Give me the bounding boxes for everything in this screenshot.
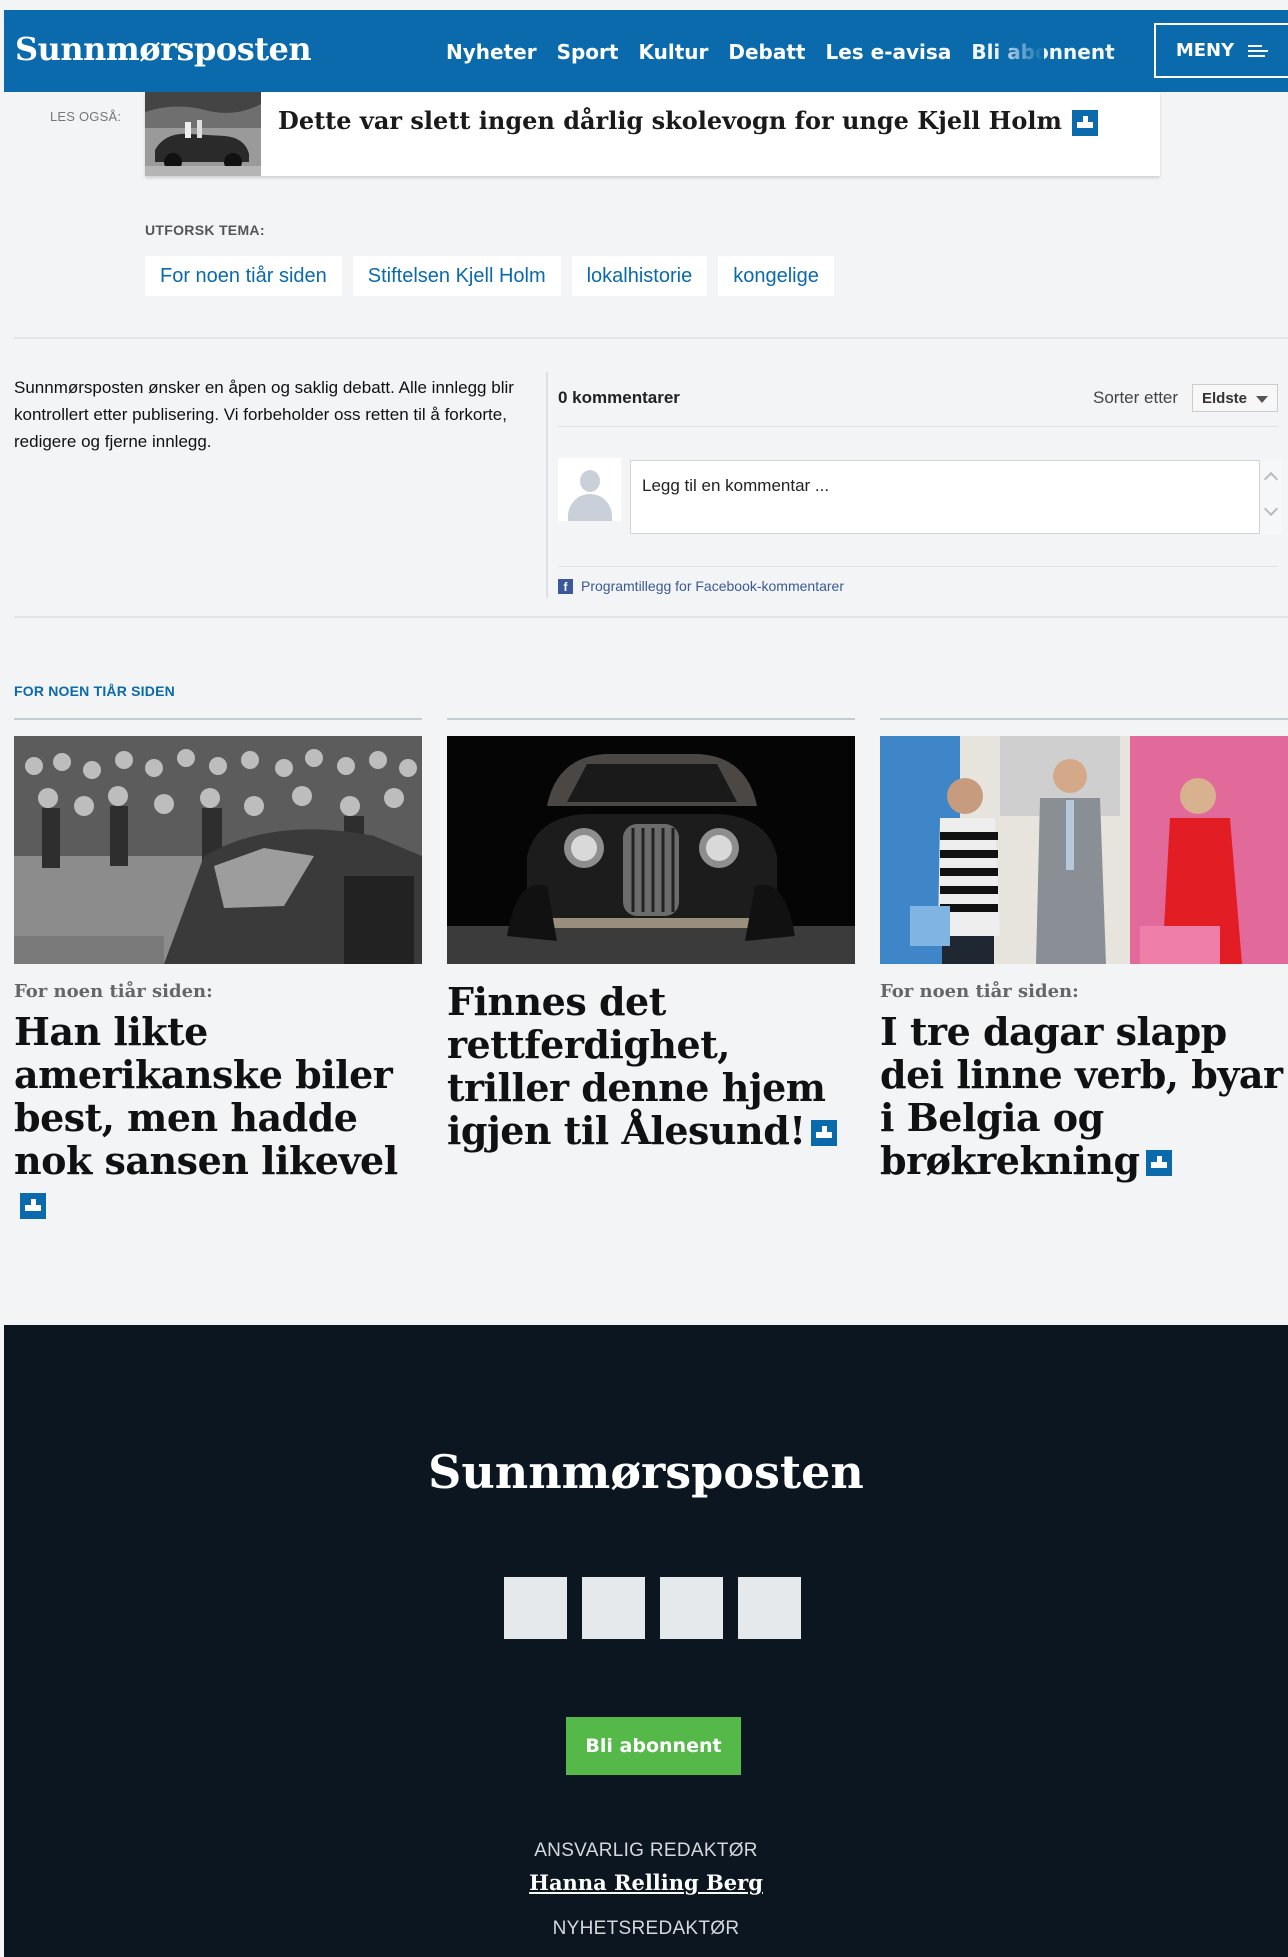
tema-tag[interactable]: lokalhistorie bbox=[571, 256, 708, 296]
nav-item-les-e-avisa[interactable]: Les e-avisa bbox=[825, 40, 951, 64]
article-image[interactable] bbox=[447, 736, 855, 964]
debate-policy-text: Sunnmørsposten ønsker en åpen og saklig … bbox=[14, 378, 514, 451]
article-image[interactable] bbox=[14, 736, 422, 964]
site-header: Sunnmørsposten Nyheter Sport Kultur Deba… bbox=[4, 10, 1288, 92]
section-divider bbox=[14, 616, 1288, 618]
les-ogsa-card[interactable]: Dette var slett ingen dårlig skolevogn f… bbox=[145, 92, 1160, 176]
comments-plugin: 0 kommentarer Sorter etter Eldste Legg t… bbox=[546, 372, 1286, 598]
article-image[interactable] bbox=[880, 736, 1288, 964]
facebook-plugin-label: Programtillegg for Facebook-kommentarer bbox=[581, 578, 844, 594]
footer-editor-name[interactable]: Hanna Relling Berg bbox=[4, 1870, 1288, 1895]
nav-item-sport[interactable]: Sport bbox=[557, 40, 619, 64]
sort-label: Sorter etter bbox=[1093, 388, 1179, 407]
comment-count: 0 kommentarer bbox=[558, 388, 680, 407]
sort-select[interactable]: Eldste bbox=[1192, 384, 1278, 412]
avatar bbox=[558, 458, 621, 521]
tema-tag[interactable]: Stiftelsen Kjell Holm bbox=[352, 256, 561, 296]
nav-item-kultur[interactable]: Kultur bbox=[638, 40, 708, 64]
comment-input[interactable]: Legg til en kommentar ... bbox=[630, 460, 1260, 534]
site-footer: Sunnmørsposten Bli abonnent ANSVARLIG RE… bbox=[4, 1325, 1288, 1957]
plus-subscription-icon bbox=[20, 1193, 46, 1219]
social-links bbox=[504, 1577, 801, 1639]
footer-role-news-editor: NYHETSREDAKTØR bbox=[552, 1918, 740, 1939]
les-ogsa-thumbnail bbox=[145, 92, 261, 176]
section-heading[interactable]: FOR NOEN TIÅR SIDEN bbox=[14, 683, 175, 699]
menu-label: MENY bbox=[1175, 40, 1235, 61]
input-scrollbar[interactable] bbox=[1260, 460, 1282, 534]
article-card[interactable]: Finnes det rettferdighet, triller denne … bbox=[447, 718, 855, 1152]
article-kicker: For noen tiår siden: bbox=[880, 981, 1079, 1002]
section-divider bbox=[14, 337, 1288, 339]
tema-tag-list: For noen tiår siden Stiftelsen Kjell Hol… bbox=[145, 256, 834, 296]
chevron-down-icon[interactable] bbox=[1263, 501, 1279, 517]
article-headline[interactable]: Finnes det rettferdighet, triller denne … bbox=[447, 980, 855, 1152]
hamburger-icon bbox=[1248, 44, 1269, 58]
facebook-plugin-link[interactable]: f Programtillegg for Facebook-kommentare… bbox=[558, 578, 844, 594]
nav-item-nyheter[interactable]: Nyheter bbox=[446, 40, 537, 64]
footer-logo[interactable]: Sunnmørsposten bbox=[4, 1445, 1288, 1499]
article-card[interactable]: For noen tiår siden: Han likte amerikans… bbox=[14, 718, 422, 1225]
menu-button[interactable]: MENY bbox=[1154, 23, 1288, 78]
social-icon[interactable] bbox=[582, 1577, 645, 1639]
article-headline[interactable]: Han likte amerikanske biler best, men ha… bbox=[14, 1010, 422, 1225]
plus-subscription-icon bbox=[1071, 109, 1098, 136]
plus-subscription-icon bbox=[1145, 1150, 1172, 1176]
tema-tag[interactable]: For noen tiår siden bbox=[145, 256, 342, 296]
utforsk-tema-heading: UTFORSK TEMA: bbox=[145, 222, 265, 238]
chevron-up-icon[interactable] bbox=[1263, 471, 1279, 487]
site-logo[interactable]: Sunnmørsposten bbox=[15, 30, 312, 68]
tema-tag[interactable]: kongelige bbox=[718, 256, 834, 296]
les-ogsa-label: LES OGSÅ: bbox=[50, 109, 122, 124]
social-icon[interactable] bbox=[660, 1577, 723, 1639]
sort-value: Eldste bbox=[1202, 390, 1248, 407]
article-kicker: For noen tiår siden: bbox=[14, 981, 213, 1002]
nav-fade bbox=[994, 30, 1044, 70]
comments-divider bbox=[558, 566, 1278, 567]
facebook-icon: f bbox=[558, 578, 573, 594]
subscribe-button[interactable]: Bli abonnent bbox=[566, 1717, 741, 1775]
article-headline[interactable]: I tre dagar slapp dei linne verb, byar i… bbox=[880, 1010, 1288, 1182]
les-ogsa-title[interactable]: Dette var slett ingen dårlig skolevogn f… bbox=[278, 106, 1098, 136]
chevron-down-icon bbox=[1256, 396, 1268, 403]
nav-item-debatt[interactable]: Debatt bbox=[728, 40, 805, 64]
social-icon[interactable] bbox=[504, 1577, 567, 1639]
article-card[interactable]: For noen tiår siden: I tre dagar slapp d… bbox=[880, 718, 1288, 1182]
footer-role-editor: ANSVARLIG REDAKTØR bbox=[534, 1840, 758, 1861]
plus-subscription-icon bbox=[811, 1120, 838, 1146]
social-icon[interactable] bbox=[738, 1577, 801, 1639]
comments-divider bbox=[558, 426, 1278, 427]
